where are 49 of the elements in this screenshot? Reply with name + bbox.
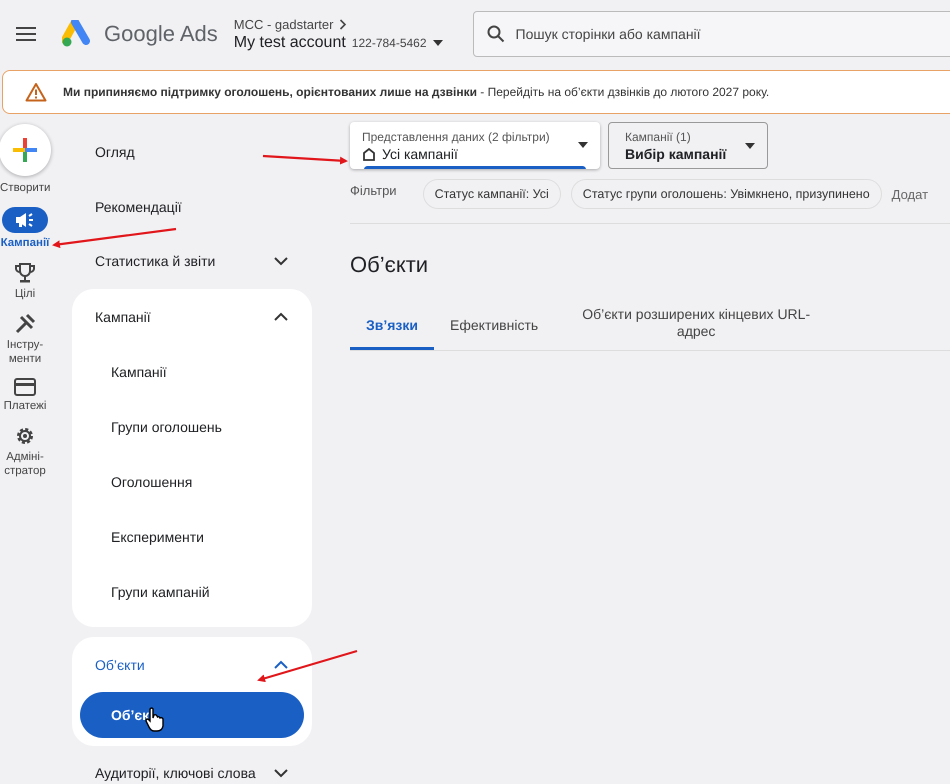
tab[interactable]: Зв’язки bbox=[350, 302, 434, 350]
account-selector[interactable]: My test account 122-784-5462 bbox=[234, 34, 443, 52]
nav-subitem[interactable]: Групи оголошень bbox=[72, 399, 312, 454]
search-field[interactable]: Пошук сторінки або кампанії bbox=[472, 11, 950, 57]
nav-group-header[interactable]: Кампанії bbox=[72, 289, 312, 344]
chevron-down-icon bbox=[274, 769, 288, 778]
chevron-up-icon bbox=[274, 660, 288, 669]
trophy-icon bbox=[14, 262, 36, 284]
notice-text: Ми припиняємо підтримку оголошень, орієнтованих лише на дзвінки - Перейдіть на об’єкти дзвінків до лютого 2027 року. bbox=[63, 85, 770, 99]
nav-subitem[interactable]: Експерименти bbox=[72, 509, 312, 564]
view-selector[interactable]: Представлення даних (2 фільтри) Усі кампанії bbox=[350, 122, 600, 169]
rail-item[interactable]: Цілі bbox=[0, 262, 52, 301]
filter-chip[interactable]: Статус групи оголошень: Увімкнено, призупинено bbox=[570, 179, 882, 209]
megaphone-icon bbox=[14, 212, 36, 228]
nav-item[interactable]: Рекомендації bbox=[72, 179, 312, 234]
tab[interactable]: Об’єкти розширених кінцевих URL-адрес bbox=[566, 302, 826, 350]
warning-icon bbox=[25, 82, 47, 102]
filter-chip[interactable]: Статус кампанії: Усі bbox=[422, 179, 561, 209]
product-name: Google Ads bbox=[104, 21, 218, 47]
search-icon bbox=[486, 25, 505, 43]
add-filter-link[interactable]: Додат bbox=[892, 186, 928, 202]
nav-subitem[interactable]: Кампанії bbox=[72, 344, 312, 399]
plus-icon bbox=[0, 124, 51, 176]
caret-icon bbox=[578, 142, 588, 148]
rail-item[interactable]: Інстру-менти bbox=[0, 313, 52, 366]
nav-group-header[interactable]: Аудиторії, ключові слова bbox=[72, 746, 312, 784]
nav-subitem[interactable]: Групи кампаній bbox=[72, 564, 312, 619]
nav-subitem[interactable]: Об’єк bbox=[80, 692, 304, 738]
rail-item[interactable]: Платежі bbox=[0, 378, 52, 413]
chevron-up-icon bbox=[274, 312, 288, 321]
settings-icon bbox=[14, 425, 36, 447]
caret-icon bbox=[745, 143, 755, 149]
nav-subitem[interactable]: Оголошення bbox=[72, 454, 312, 509]
card-icon bbox=[14, 378, 36, 396]
manager-link[interactable]: MCC - gadstarter bbox=[234, 16, 348, 32]
chevron-right-icon bbox=[339, 18, 348, 30]
chevron-down-icon bbox=[274, 257, 288, 266]
caret-icon bbox=[432, 40, 443, 46]
home-icon bbox=[362, 146, 376, 160]
campaign-selector[interactable]: Кампанії (1) Вибір кампанії bbox=[608, 122, 768, 169]
rail-item[interactable]: Створити bbox=[0, 124, 52, 195]
nav-item[interactable]: Огляд bbox=[72, 124, 312, 179]
page-title: Об’єкти bbox=[350, 252, 430, 278]
nav-group-header[interactable]: Статистика й звіти bbox=[72, 234, 312, 289]
filters-label: Фільтри bbox=[350, 182, 397, 198]
tab[interactable]: Ефективність bbox=[434, 302, 554, 350]
nav-group-header[interactable]: Об’єкти bbox=[72, 637, 312, 692]
rail-item[interactable]: Адміні-стратор bbox=[0, 425, 52, 478]
tools-icon bbox=[14, 313, 36, 335]
